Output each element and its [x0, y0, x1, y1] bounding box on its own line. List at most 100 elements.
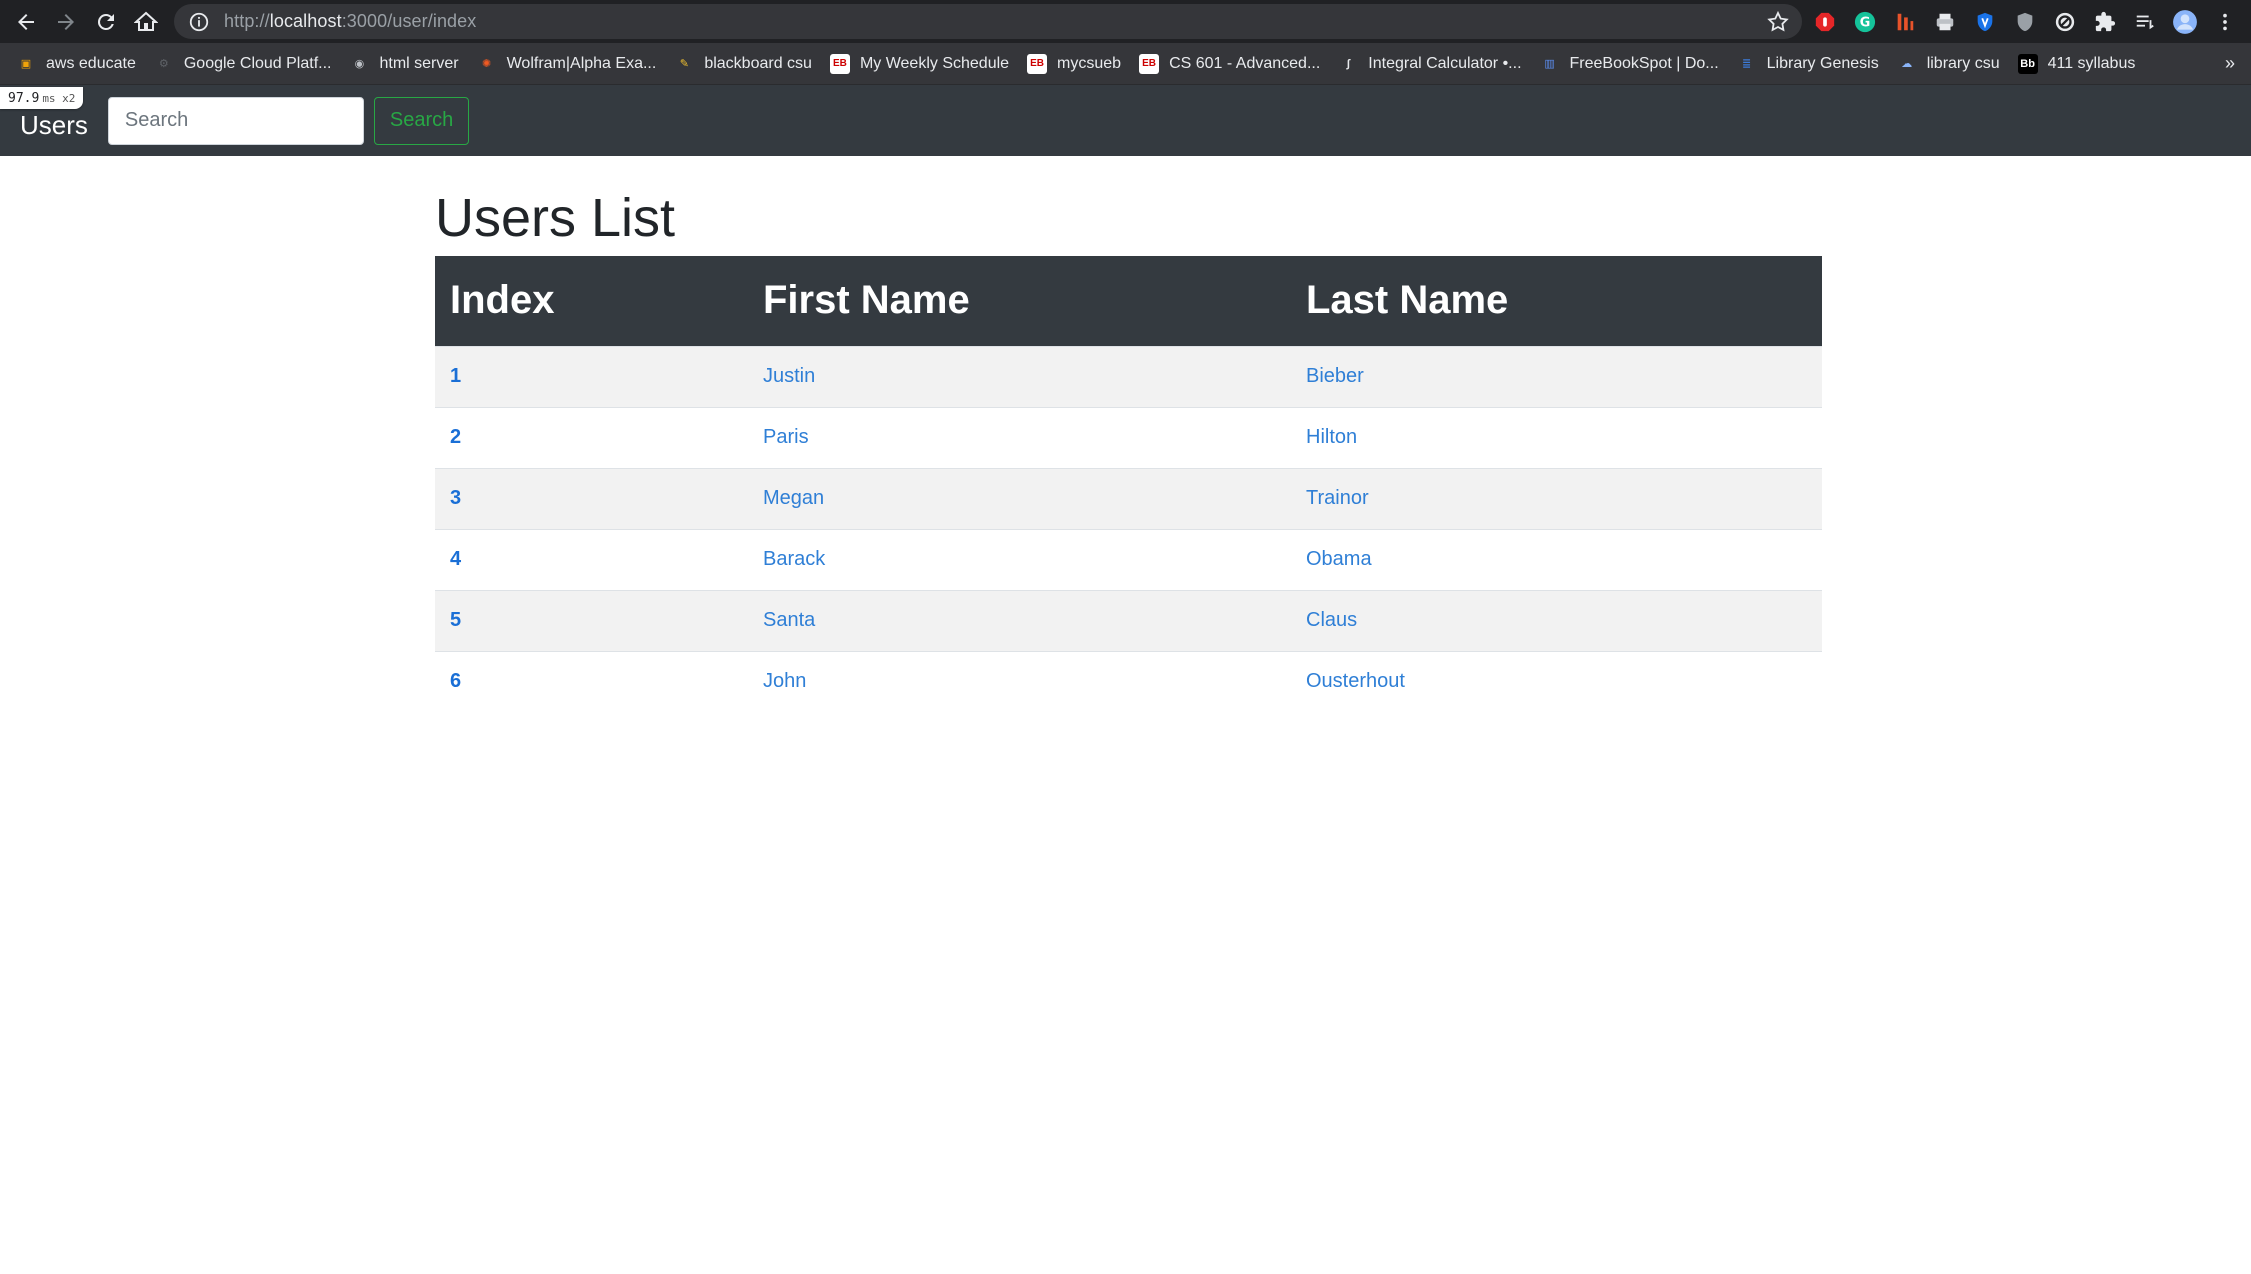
bookmark-item[interactable]: ☁ library csu — [1897, 54, 1999, 74]
bookmark-favicon-icon: ✺ — [482, 58, 492, 70]
back-icon[interactable] — [6, 2, 46, 42]
user-index-link[interactable]: 6 — [450, 670, 461, 692]
user-first-name-link[interactable]: John — [763, 670, 806, 692]
printer-extension-icon[interactable] — [1932, 9, 1958, 35]
reload-icon[interactable] — [86, 2, 126, 42]
bookmark-item[interactable]: ◉ html server — [349, 54, 459, 74]
grammarly-extension-icon[interactable]: G — [1852, 9, 1878, 35]
table-cell: 6 — [435, 650, 748, 712]
bookmark-label: Google Cloud Platf... — [183, 54, 332, 72]
bookmark-item[interactable]: ✎ blackboard csu — [674, 54, 812, 74]
app-navbar: Users Search — [0, 85, 2251, 156]
bookmark-label: blackboard csu — [704, 54, 812, 72]
bookmark-favicon-icon: ∫ — [1346, 57, 1350, 70]
bookmark-item[interactable]: ∫ Integral Calculator •... — [1338, 54, 1522, 74]
shield-extension-icon[interactable] — [1972, 9, 1998, 35]
table-cell: Ousterhout — [1291, 650, 1822, 712]
bookmark-favicon-icon: EB — [1027, 53, 1048, 74]
bookmark-item[interactable]: ≣ Library Genesis — [1737, 54, 1879, 74]
table-cell: Paris — [748, 406, 1291, 468]
navbar-brand[interactable]: Users — [20, 110, 88, 141]
user-first-name-link[interactable]: Santa — [763, 609, 815, 631]
more-bookmarks-chevron-icon[interactable]: » — [2225, 53, 2235, 74]
bookmark-favicon-icon: EB — [829, 53, 850, 74]
puzzle-extensions-icon[interactable] — [2092, 9, 2118, 35]
table-cell: Claus — [1291, 589, 1822, 651]
table-cell: Trainor — [1291, 467, 1822, 529]
user-index-link[interactable]: 2 — [450, 426, 461, 448]
bookmark-item[interactable]: EB CS 601 - Advanced... — [1139, 53, 1321, 74]
info-icon[interactable] — [188, 11, 210, 33]
table-cell: John — [748, 650, 1291, 712]
forward-icon[interactable] — [46, 2, 86, 42]
bars-extension-icon[interactable] — [1892, 9, 1918, 35]
bookmark-favicon-icon: ≣ — [1742, 58, 1752, 70]
table-cell: 4 — [435, 528, 748, 590]
table-header-row: Index First Name Last Name — [435, 256, 1822, 346]
bookmark-item[interactable]: ▥ FreeBookSpot | Do... — [1540, 54, 1719, 74]
reading-list-icon[interactable] — [2132, 9, 2158, 35]
column-header-first-name: First Name — [763, 278, 970, 323]
user-first-name-link[interactable]: Justin — [763, 365, 815, 387]
page-title: Users List — [435, 188, 676, 248]
bookmark-item[interactable]: ⚙ Google Cloud Platf... — [154, 54, 332, 74]
table-cell: Hilton — [1291, 406, 1822, 468]
user-first-name-link[interactable]: Barack — [763, 548, 825, 570]
performance-overlay: 97.9 ms x2 — [0, 87, 84, 109]
user-last-name-link[interactable]: Trainor — [1306, 487, 1369, 509]
table-cell: 3 — [435, 467, 748, 529]
user-first-name-link[interactable]: Megan — [763, 487, 824, 509]
bookmark-label: mycsueb — [1057, 54, 1122, 72]
table-cell: Megan — [748, 467, 1291, 529]
svg-text:G: G — [1860, 15, 1871, 30]
bookmark-item[interactable]: ✺ Wolfram|Alpha Exa... — [477, 54, 657, 74]
user-index-link[interactable]: 1 — [450, 365, 461, 387]
table-cell: Santa — [748, 589, 1291, 651]
profile-avatar-icon[interactable] — [2172, 9, 2198, 35]
extensions-row: G — [1812, 0, 2238, 43]
bookmark-label: html server — [379, 54, 459, 72]
address-bar[interactable]: http://localhost:3000/user/index — [174, 4, 1802, 39]
privacy-extension-icon[interactable] — [2012, 9, 2038, 35]
user-last-name-link[interactable]: Obama — [1306, 548, 1372, 570]
column-header-index: Index — [450, 278, 555, 323]
table-cell: Justin — [748, 345, 1291, 407]
bookmark-item[interactable]: ▣ aws educate — [16, 54, 136, 74]
table-cell: Obama — [1291, 528, 1822, 590]
search-button[interactable]: Search — [373, 96, 470, 145]
user-last-name-link[interactable]: Ousterhout — [1306, 670, 1405, 692]
user-last-name-link[interactable]: Claus — [1306, 609, 1357, 631]
bookmark-label: Integral Calculator •... — [1368, 54, 1522, 72]
bookmark-item[interactable]: EB mycsueb — [1027, 53, 1122, 74]
bookmark-favicon-icon: ◉ — [354, 58, 365, 70]
bookmark-favicon-icon: ⚙ — [158, 58, 169, 70]
user-last-name-link[interactable]: Hilton — [1306, 426, 1357, 448]
bookmark-favicon-icon: Bb — [2017, 53, 2038, 74]
bookmark-star-icon[interactable] — [1766, 10, 1790, 34]
bookmark-label: 411 syllabus — [2047, 54, 2136, 72]
menu-kebab-icon[interactable] — [2212, 9, 2238, 35]
search-input[interactable] — [107, 96, 364, 145]
column-header-last-name: Last Name — [1306, 278, 1509, 323]
user-last-name-link[interactable]: Bieber — [1306, 365, 1364, 387]
bookmark-label: CS 601 - Advanced... — [1169, 54, 1321, 72]
table-cell: Barack — [748, 528, 1291, 590]
bookmark-favicon-icon: EB — [1139, 53, 1160, 74]
user-index-link[interactable]: 3 — [450, 487, 461, 509]
bookmark-item[interactable]: EB My Weekly Schedule — [829, 53, 1010, 74]
user-first-name-link[interactable]: Paris — [763, 426, 809, 448]
main-content: Users List Index First Name Last Name 1 J… — [435, 180, 1822, 712]
bookmark-item[interactable]: Bb 411 syllabus — [2017, 53, 2136, 74]
adblock-extension-icon[interactable] — [1812, 9, 1838, 35]
user-index-link[interactable]: 4 — [450, 548, 461, 570]
home-icon[interactable] — [126, 2, 166, 42]
bookmark-favicon-icon: ▣ — [20, 58, 32, 70]
bookmark-label: My Weekly Schedule — [859, 54, 1010, 72]
user-index-link[interactable]: 5 — [450, 609, 461, 631]
table-row: 6 John Ousterhout — [435, 650, 1822, 712]
bookmark-label: FreeBookSpot | Do... — [1569, 54, 1719, 72]
block-extension-icon[interactable] — [2052, 9, 2078, 35]
bookmark-favicon-icon: ✎ — [679, 58, 689, 70]
bookmark-label: Wolfram|Alpha Exa... — [506, 54, 657, 72]
table-row: 1 Justin Bieber — [435, 345, 1822, 407]
